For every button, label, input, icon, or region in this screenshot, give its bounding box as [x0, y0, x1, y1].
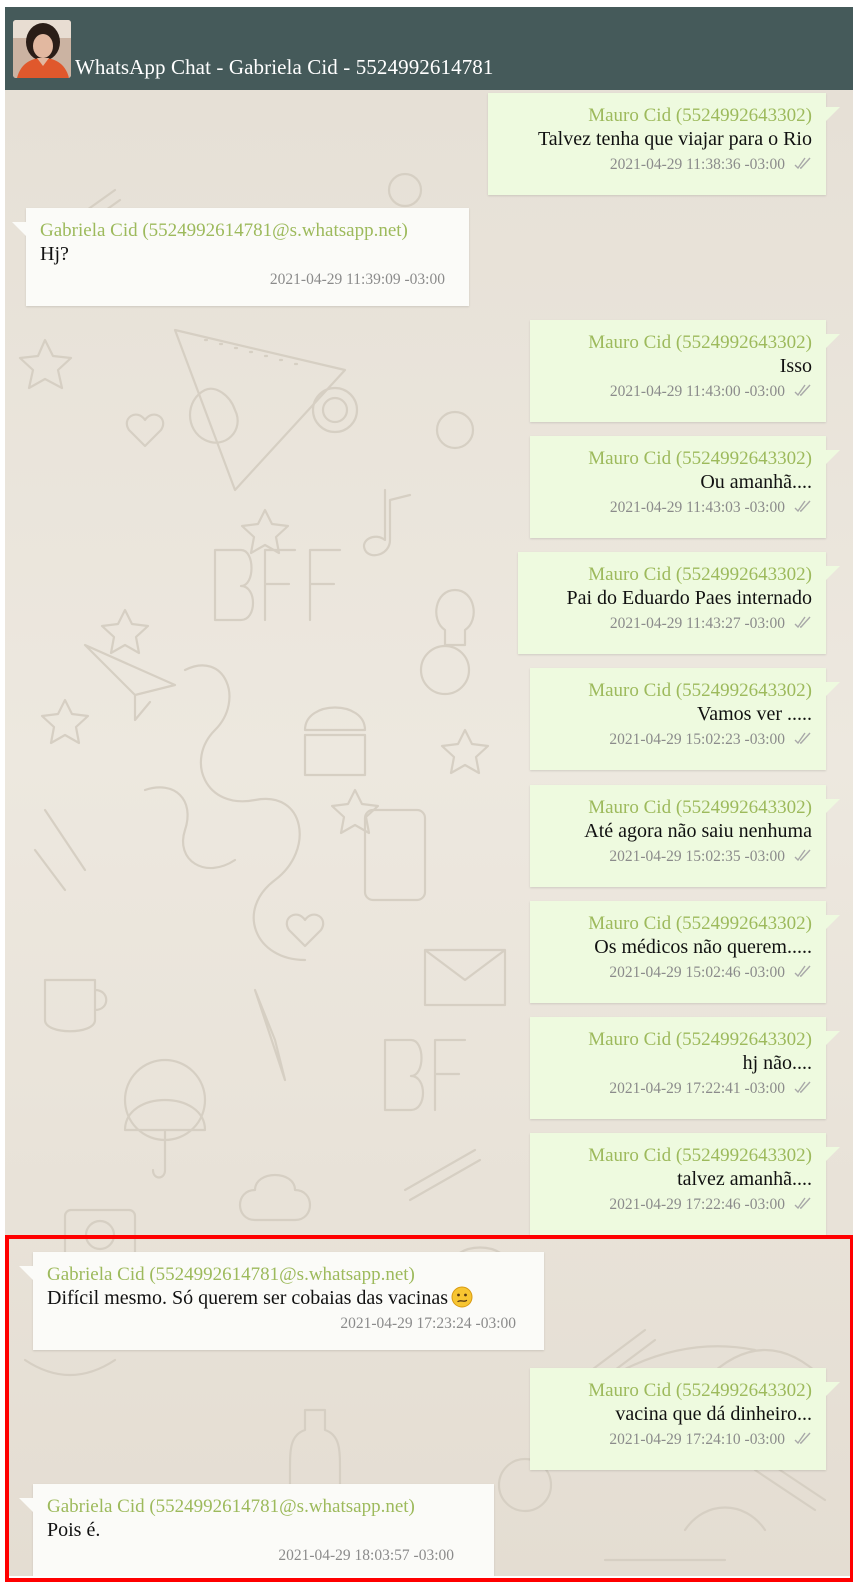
message-text: Pai do Eduardo Paes internado	[566, 587, 813, 609]
avatar-photo	[13, 20, 71, 78]
double-check-icon	[794, 1432, 811, 1444]
message-meta: 2021-04-29 11:43:00 -03:00	[544, 382, 812, 402]
message-outgoing[interactable]: Mauro Cid (5524992643302) hj não.... 202…	[530, 1017, 840, 1119]
message-outgoing[interactable]: Mauro Cid (5524992643302) talvez amanhã.…	[530, 1133, 840, 1235]
timestamp: 2021-04-29 15:02:35 -03:00	[609, 848, 785, 865]
message-incoming[interactable]: Gabriela Cid (5524992614781@s.whatsapp.n…	[19, 1252, 544, 1350]
message-text: hj não....	[742, 1052, 812, 1074]
message-text: vacina que dá dinheiro...	[615, 1403, 812, 1425]
sender-name: Gabriela Cid (5524992614781@s.whatsapp.n…	[40, 220, 408, 241]
chat-header: WhatsApp Chat - Gabriela Cid - 552499261…	[5, 7, 853, 90]
message-meta: 2021-04-29 15:02:46 -03:00	[544, 963, 812, 983]
timestamp: 2021-04-29 11:43:03 -03:00	[609, 499, 785, 516]
message-incoming[interactable]: Gabriela Cid (5524992614781@s.whatsapp.n…	[19, 1484, 494, 1576]
message-text: Difícil mesmo. Só querem ser cobaias das…	[47, 1286, 530, 1310]
message-meta: 2021-04-29 17:22:46 -03:00	[544, 1195, 812, 1215]
bubble-tail	[826, 450, 840, 464]
timestamp: 2021-04-29 11:38:36 -03:00	[609, 156, 785, 173]
message-meta: 2021-04-29 17:24:10 -03:00	[544, 1430, 812, 1450]
sender-name: Gabriela Cid (5524992614781@s.whatsapp.n…	[47, 1496, 415, 1517]
sender-name: Mauro Cid (5524992643302)	[588, 1380, 812, 1401]
message-text: Vamos ver .....	[697, 703, 812, 725]
message-outgoing[interactable]: Mauro Cid (5524992643302) Os médicos não…	[530, 901, 840, 1003]
bubble-tail	[826, 682, 840, 696]
timestamp: 2021-04-29 11:43:00 -03:00	[609, 383, 785, 400]
message-text: Hj?	[40, 243, 69, 265]
bubble-tail	[19, 1498, 33, 1512]
double-check-icon	[794, 616, 811, 628]
message-meta: 2021-04-29 11:38:36 -03:00	[502, 155, 812, 175]
timestamp: 2021-04-29 17:22:46 -03:00	[609, 1196, 785, 1213]
message-meta: 2021-04-29 15:02:35 -03:00	[544, 847, 812, 867]
message-incoming[interactable]: Gabriela Cid (5524992614781@s.whatsapp.n…	[12, 208, 469, 306]
sender-name: Mauro Cid (5524992643302)	[588, 105, 812, 126]
sender-name: Mauro Cid (5524992643302)	[588, 797, 812, 818]
double-check-icon	[794, 849, 811, 861]
bubble-tail	[826, 915, 840, 929]
message-meta: 2021-04-29 17:23:24 -03:00	[47, 1314, 530, 1334]
bubble-tail	[826, 107, 840, 121]
message-outgoing[interactable]: Mauro Cid (5524992643302) Até agora não …	[530, 785, 840, 887]
message-outgoing[interactable]: Mauro Cid (5524992643302) Pai do Eduardo…	[518, 552, 840, 654]
bubble-tail	[826, 1382, 840, 1396]
timestamp: 2021-04-29 17:22:41 -03:00	[609, 1080, 785, 1097]
message-outgoing[interactable]: Mauro Cid (5524992643302) Ou amanhã.... …	[530, 436, 840, 538]
sender-name: Mauro Cid (5524992643302)	[588, 913, 812, 934]
chat-title: WhatsApp Chat - Gabriela Cid - 552499261…	[75, 55, 494, 79]
sender-name: Mauro Cid (5524992643302)	[588, 680, 812, 701]
double-check-icon	[794, 732, 811, 744]
message-text: Ou amanhã....	[700, 471, 812, 493]
contact-avatar[interactable]	[13, 20, 71, 78]
sender-name: Mauro Cid (5524992643302)	[588, 1145, 812, 1166]
double-check-icon	[794, 1197, 811, 1209]
bubble-tail	[826, 799, 840, 813]
message-text: talvez amanhã....	[677, 1168, 812, 1190]
bubble-tail	[826, 1147, 840, 1161]
message-meta: 2021-04-29 11:43:03 -03:00	[544, 498, 812, 518]
sender-name: Gabriela Cid (5524992614781@s.whatsapp.n…	[47, 1264, 415, 1285]
message-text: Talvez tenha que viajar para o Rio	[537, 128, 812, 150]
chat-area[interactable]: Mauro Cid (5524992643302) Talvez tenha q…	[5, 90, 853, 1576]
message-meta: 2021-04-29 17:22:41 -03:00	[544, 1079, 812, 1099]
double-check-icon	[794, 384, 811, 396]
message-meta: 2021-04-29 15:02:23 -03:00	[544, 730, 812, 750]
timestamp: 2021-04-29 11:43:27 -03:00	[609, 615, 785, 632]
message-outgoing[interactable]: Mauro Cid (5524992643302) Talvez tenha q…	[488, 93, 840, 195]
message-meta: 2021-04-29 18:03:57 -03:00	[47, 1546, 480, 1566]
double-check-icon	[794, 1081, 811, 1093]
message-outgoing[interactable]: Mauro Cid (5524992643302) vacina que dá …	[530, 1368, 840, 1470]
message-text: Até agora não saiu nenhuma	[584, 820, 812, 842]
timestamp: 2021-04-29 18:03:57 -03:00	[278, 1547, 454, 1564]
bubble-tail	[826, 334, 840, 348]
confused-face-emoji-icon	[451, 1286, 473, 1308]
timestamp: 2021-04-29 15:02:23 -03:00	[609, 731, 785, 748]
timestamp: 2021-04-29 17:23:24 -03:00	[340, 1315, 516, 1332]
message-text-content: Difícil mesmo. Só querem ser cobaias das…	[47, 1287, 448, 1309]
double-check-icon	[794, 965, 811, 977]
message-meta: 2021-04-29 11:43:27 -03:00	[532, 614, 812, 634]
timestamp: 2021-04-29 11:39:09 -03:00	[269, 271, 445, 288]
bubble-tail	[19, 1266, 33, 1280]
message-text: Pois é.	[47, 1519, 101, 1541]
double-check-icon	[794, 500, 811, 512]
timestamp: 2021-04-29 17:24:10 -03:00	[609, 1431, 785, 1448]
timestamp: 2021-04-29 15:02:46 -03:00	[609, 964, 785, 981]
bubble-tail	[12, 222, 26, 236]
message-text: Os médicos não querem.....	[594, 936, 812, 958]
bubble-tail	[826, 566, 840, 580]
double-check-icon	[794, 157, 811, 169]
sender-name: Mauro Cid (5524992643302)	[588, 564, 812, 585]
sender-name: Mauro Cid (5524992643302)	[588, 332, 812, 353]
message-text: Isso	[779, 355, 812, 377]
bubble-tail	[826, 1031, 840, 1045]
sender-name: Mauro Cid (5524992643302)	[588, 1029, 812, 1050]
message-outgoing[interactable]: Mauro Cid (5524992643302) Isso 2021-04-2…	[530, 320, 840, 422]
message-meta: 2021-04-29 11:39:09 -03:00	[40, 270, 455, 290]
sender-name: Mauro Cid (5524992643302)	[588, 448, 812, 469]
message-outgoing[interactable]: Mauro Cid (5524992643302) Vamos ver ....…	[530, 668, 840, 770]
